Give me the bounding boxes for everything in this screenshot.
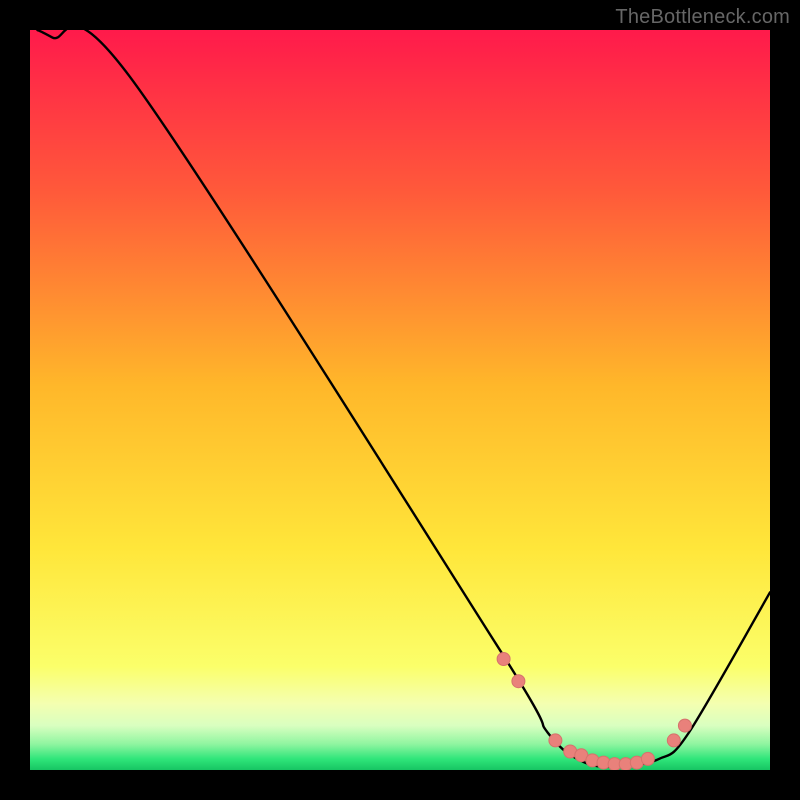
chart-plot [30, 30, 770, 770]
marker-point [512, 675, 525, 688]
marker-point [667, 734, 680, 747]
marker-point [549, 734, 562, 747]
watermark-text: TheBottleneck.com [615, 6, 790, 29]
marker-point [641, 752, 654, 765]
marker-point [497, 653, 510, 666]
marker-point [678, 719, 691, 732]
chart-frame: TheBottleneck.com [0, 0, 800, 800]
gradient-background [30, 30, 770, 770]
